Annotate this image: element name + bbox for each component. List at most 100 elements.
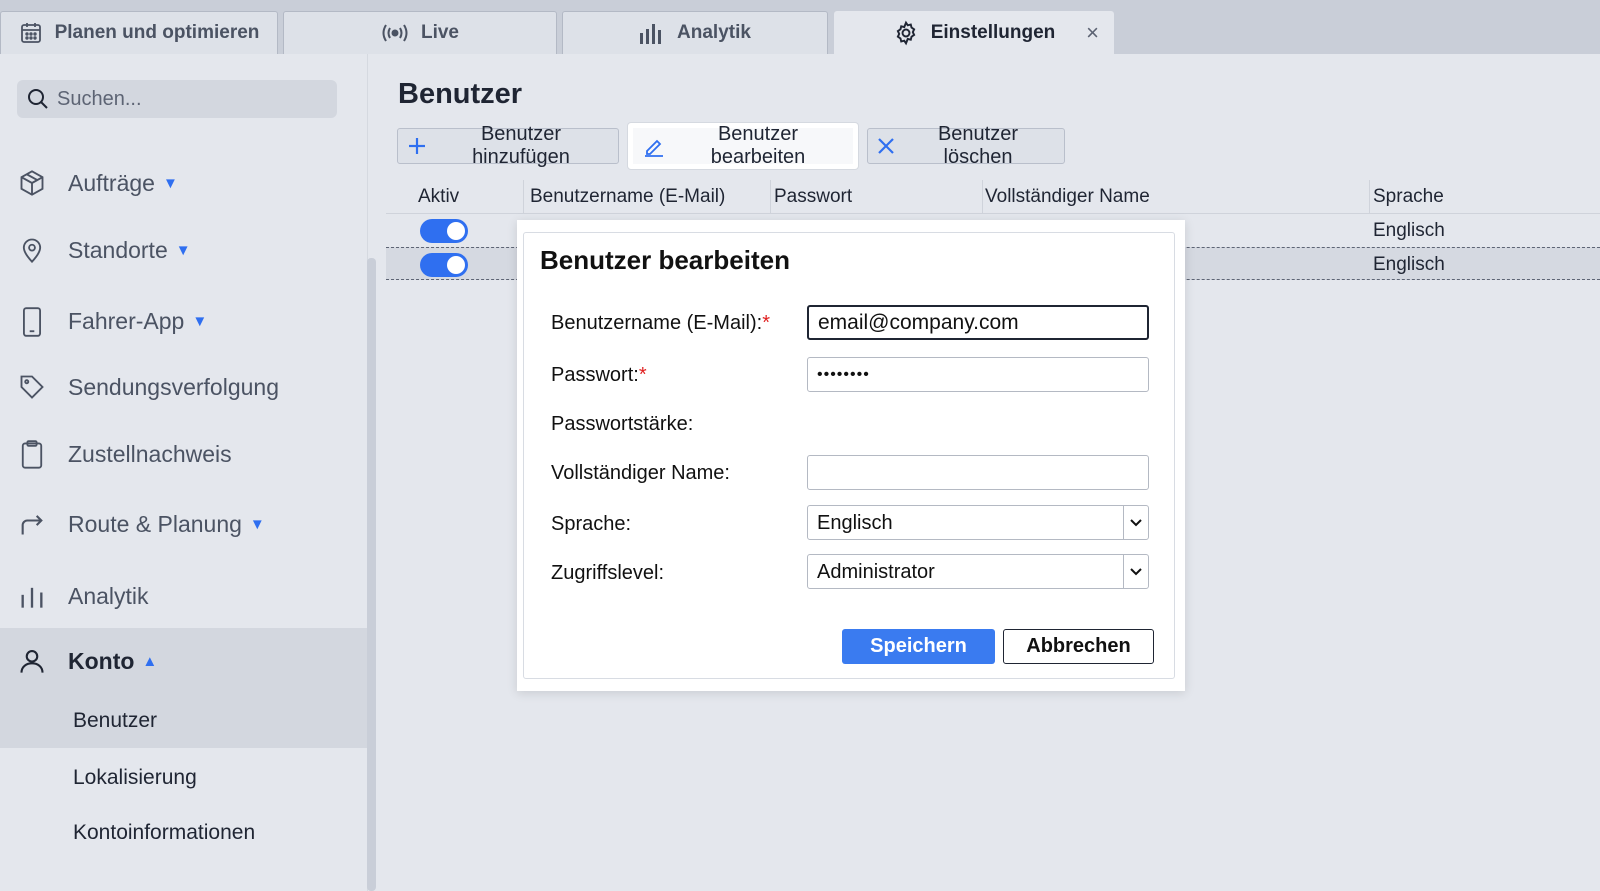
sidebar-subitem-label: Lokalisierung — [73, 766, 197, 789]
access-level-select-value: Administrator — [817, 561, 935, 583]
route-arrow-icon — [18, 510, 46, 538]
tag-icon — [18, 373, 46, 401]
active-toggle[interactable] — [420, 253, 468, 277]
sidebar: Aufträge ▼ Standorte ▼ Fahrer-App ▼ Send… — [0, 54, 368, 891]
username-field[interactable] — [807, 305, 1149, 340]
broadcast-icon — [381, 22, 409, 44]
sidebar-item-label: Standorte — [68, 236, 168, 263]
column-header-language[interactable]: Sprache — [1373, 186, 1444, 208]
access-level-label: Zugriffslevel: — [551, 562, 665, 584]
edit-user-label: Benutzer bearbeiten — [710, 123, 806, 168]
dialog-title: Benutzer bearbeiten — [540, 245, 790, 275]
column-divider — [982, 180, 983, 214]
chevron-down-icon: ▼ — [192, 312, 208, 330]
top-tab-bar: Planen und optimieren Live Analytik Eins… — [0, 0, 1600, 54]
language-select-value: Englisch — [817, 512, 893, 534]
chevron-down-icon: ▼ — [162, 174, 178, 192]
username-label-text: Benutzername (E-Mail): — [551, 312, 763, 334]
sidebar-item-label: Route & Planung — [68, 510, 242, 537]
sidebar-scrollbar[interactable] — [367, 258, 376, 891]
sidebar-item-label: Fahrer-App — [68, 307, 185, 334]
sidebar-item-zustellnachweis[interactable]: Zustellnachweis — [0, 424, 368, 484]
sidebar-item-sendungsverfolgung[interactable]: Sendungsverfolgung — [0, 357, 368, 417]
column-header-aktiv[interactable]: Aktiv — [418, 186, 459, 208]
sidebar-subitem-label: Benutzer — [73, 709, 158, 732]
chevron-down-icon: ▼ — [249, 515, 265, 533]
tab-planen-und-optimieren[interactable]: Planen und optimieren — [0, 11, 278, 54]
search-icon — [27, 88, 49, 110]
required-mark: * — [762, 312, 770, 334]
fullname-label: Vollständiger Name: — [551, 462, 730, 484]
sidebar-item-analytik[interactable]: Analytik — [0, 566, 368, 626]
tab-analytik[interactable]: Analytik — [562, 11, 828, 54]
column-divider — [770, 180, 771, 214]
language-cell: Englisch — [1373, 254, 1445, 275]
tab-live[interactable]: Live — [283, 11, 557, 54]
column-divider — [1369, 180, 1370, 214]
column-divider — [523, 180, 524, 214]
sidebar-item-label: Analytik — [68, 582, 149, 609]
table-header: Aktiv Benutzername (E-Mail) Passwort Vol… — [386, 180, 1600, 214]
sidebar-subitem-benutzer[interactable]: Benutzer — [0, 694, 368, 748]
mobile-phone-icon — [18, 307, 46, 337]
sidebar-item-label: Sendungsverfolgung — [68, 373, 279, 400]
location-pin-icon — [18, 236, 46, 264]
edit-user-dialog: Benutzer bearbeiten Benutzername (E-Mail… — [523, 232, 1175, 679]
password-label-text: Passwort: — [551, 364, 639, 386]
calendar-icon — [19, 21, 43, 45]
language-label: Sprache: — [551, 513, 632, 535]
delete-user-label: Benutzer löschen — [937, 123, 1019, 168]
column-header-username[interactable]: Benutzername (E-Mail) — [530, 186, 725, 208]
sidebar-item-standorte[interactable]: Standorte ▼ — [0, 220, 368, 280]
chevron-down-icon[interactable] — [1123, 555, 1148, 588]
search-box[interactable] — [17, 80, 337, 118]
sidebar-subitem-kontoinformationen[interactable]: Kontoinformationen — [0, 806, 368, 860]
password-label: Passwort:* — [551, 364, 647, 387]
fullname-field[interactable] — [807, 455, 1149, 490]
sidebar-item-label: Aufträge — [68, 169, 155, 196]
sidebar-item-label: Konto — [68, 647, 135, 674]
access-level-select[interactable]: Administrator — [807, 554, 1149, 589]
edit-user-dialog-frame: Benutzer bearbeiten Benutzername (E-Mail… — [517, 220, 1185, 691]
required-mark: * — [638, 364, 647, 386]
sidebar-item-route-planung[interactable]: Route & Planung ▼ — [0, 494, 368, 554]
clipboard-icon — [18, 440, 46, 469]
cancel-button[interactable]: Abbrechen — [1003, 629, 1154, 664]
tab-label: Planen und optimieren — [54, 22, 260, 43]
pencil-icon — [643, 135, 665, 157]
save-button[interactable]: Speichern — [842, 629, 995, 664]
add-user-label: Benutzer hinzufügen — [472, 123, 570, 168]
sidebar-subitem-lokalisierung[interactable]: Lokalisierung — [0, 751, 368, 805]
bar-chart-icon — [18, 582, 46, 610]
tab-label: Live — [420, 22, 460, 43]
chevron-up-icon: ▲ — [142, 652, 158, 670]
sidebar-subitem-label: Kontoinformationen — [73, 821, 256, 844]
column-header-fullname[interactable]: Vollständiger Name — [985, 186, 1150, 208]
chevron-down-icon[interactable] — [1123, 506, 1148, 539]
edit-user-button[interactable]: Benutzer bearbeiten — [628, 123, 858, 169]
language-select[interactable]: Englisch — [807, 505, 1149, 540]
tab-einstellungen[interactable]: Einstellungen × — [834, 11, 1114, 54]
language-cell: Englisch — [1373, 220, 1445, 241]
password-strength-label: Passwortstärke: — [551, 413, 694, 435]
plus-icon — [408, 137, 426, 155]
tab-label: Einstellungen — [930, 22, 1056, 43]
username-label: Benutzername (E-Mail):* — [551, 312, 770, 335]
gear-icon — [893, 20, 919, 46]
tab-label: Analytik — [677, 22, 751, 43]
active-toggle[interactable] — [420, 219, 468, 243]
sidebar-item-konto[interactable]: Konto ▲ — [0, 628, 368, 694]
add-user-button[interactable]: Benutzer hinzufügen — [397, 123, 619, 168]
bar-chart-icon — [639, 21, 665, 45]
sidebar-item-label: Zustellnachweis — [68, 440, 232, 467]
search-input[interactable] — [57, 87, 317, 111]
close-icon[interactable]: × — [1086, 22, 1099, 44]
user-icon — [18, 647, 46, 675]
sidebar-item-auftraege[interactable]: Aufträge ▼ — [0, 153, 368, 213]
page-title: Benutzer — [398, 78, 523, 110]
delete-user-button[interactable]: Benutzer löschen — [867, 123, 1065, 168]
sidebar-item-fahrer-app[interactable]: Fahrer-App ▼ — [0, 291, 368, 351]
column-header-password[interactable]: Passwort — [774, 186, 852, 208]
password-field[interactable] — [807, 357, 1149, 392]
package-icon — [18, 169, 46, 197]
